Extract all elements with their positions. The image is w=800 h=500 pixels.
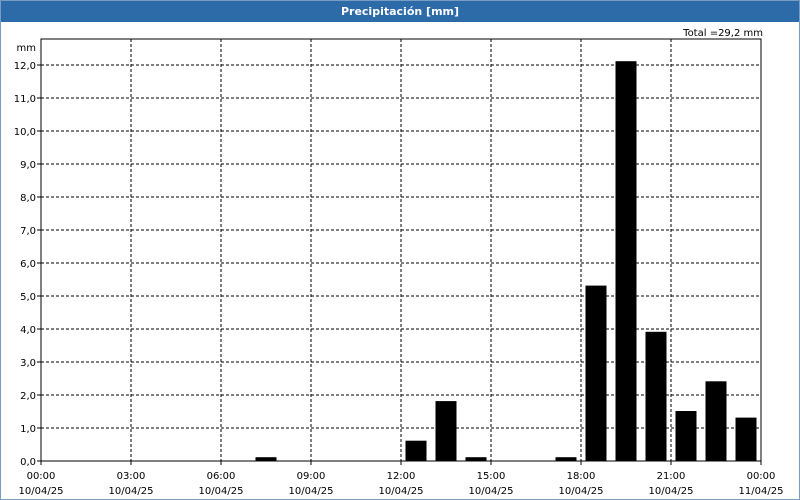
y-tick-label: 3,0	[20, 358, 36, 369]
y-tick-label: 4,0	[20, 325, 36, 336]
y-tick-label: 1,0	[20, 424, 36, 435]
x-tick-date: 10/04/25	[109, 486, 154, 497]
x-tick-time: 18:00	[567, 471, 596, 482]
x-tick-time: 21:00	[657, 471, 686, 482]
x-tick-time: 03:00	[117, 471, 146, 482]
y-tick-label: 0,0	[20, 457, 36, 468]
x-tick-time: 09:00	[297, 471, 326, 482]
chart-window: Precipitación [mm] 0,0 1,0 2,0 3,0 4,0 5,0 6,0…	[0, 0, 800, 500]
precipitation-chart: 0,0 1,0 2,0 3,0 4,0 5,0 6,0 7,0 8,0 9,0 10,0 11,0 12…	[14, 28, 784, 497]
y-tick-label: 6,0	[20, 259, 36, 270]
y-tick-label: 12,0	[14, 61, 36, 72]
y-axis-unit: mm	[17, 43, 36, 54]
x-tick-date: 10/04/25	[199, 486, 244, 497]
bar-0700	[255, 457, 277, 462]
x-tick-date: 10/04/25	[559, 486, 604, 497]
x-tick-time: 00:00	[27, 471, 56, 482]
bar-1300	[435, 401, 457, 462]
y-tick-label: 11,0	[14, 94, 36, 105]
x-tick-date: 10/04/25	[19, 486, 64, 497]
y-tick-label: 10,0	[14, 127, 36, 138]
bar-1200	[405, 440, 427, 462]
bar-1900	[615, 61, 637, 462]
y-tick-label: 7,0	[20, 226, 36, 237]
bar-2100	[675, 411, 697, 462]
x-tick-date: 10/04/25	[469, 486, 514, 497]
y-tick-label: 5,0	[20, 292, 36, 303]
bar-2300	[735, 417, 757, 462]
y-tick-label: 8,0	[20, 193, 36, 204]
x-tick-time: 06:00	[207, 471, 236, 482]
bar-1800	[585, 285, 607, 462]
bar-1700	[555, 457, 577, 462]
x-tick-date: 10/04/25	[379, 486, 424, 497]
bar-2000	[645, 331, 667, 462]
x-tick-date: 10/04/25	[649, 486, 694, 497]
x-tick-time: 15:00	[477, 471, 506, 482]
total-label: Total =29,2 mm	[682, 28, 763, 39]
x-tick-time: 12:00	[387, 471, 416, 482]
bar-2200	[705, 381, 727, 462]
bar-1400	[465, 457, 487, 462]
x-tick-time: 00:00	[747, 471, 776, 482]
y-tick-label: 2,0	[20, 391, 36, 402]
x-tick-date: 10/04/25	[289, 486, 334, 497]
x-tick-date: 11/04/25	[739, 486, 784, 497]
y-tick-label: 9,0	[20, 160, 36, 171]
